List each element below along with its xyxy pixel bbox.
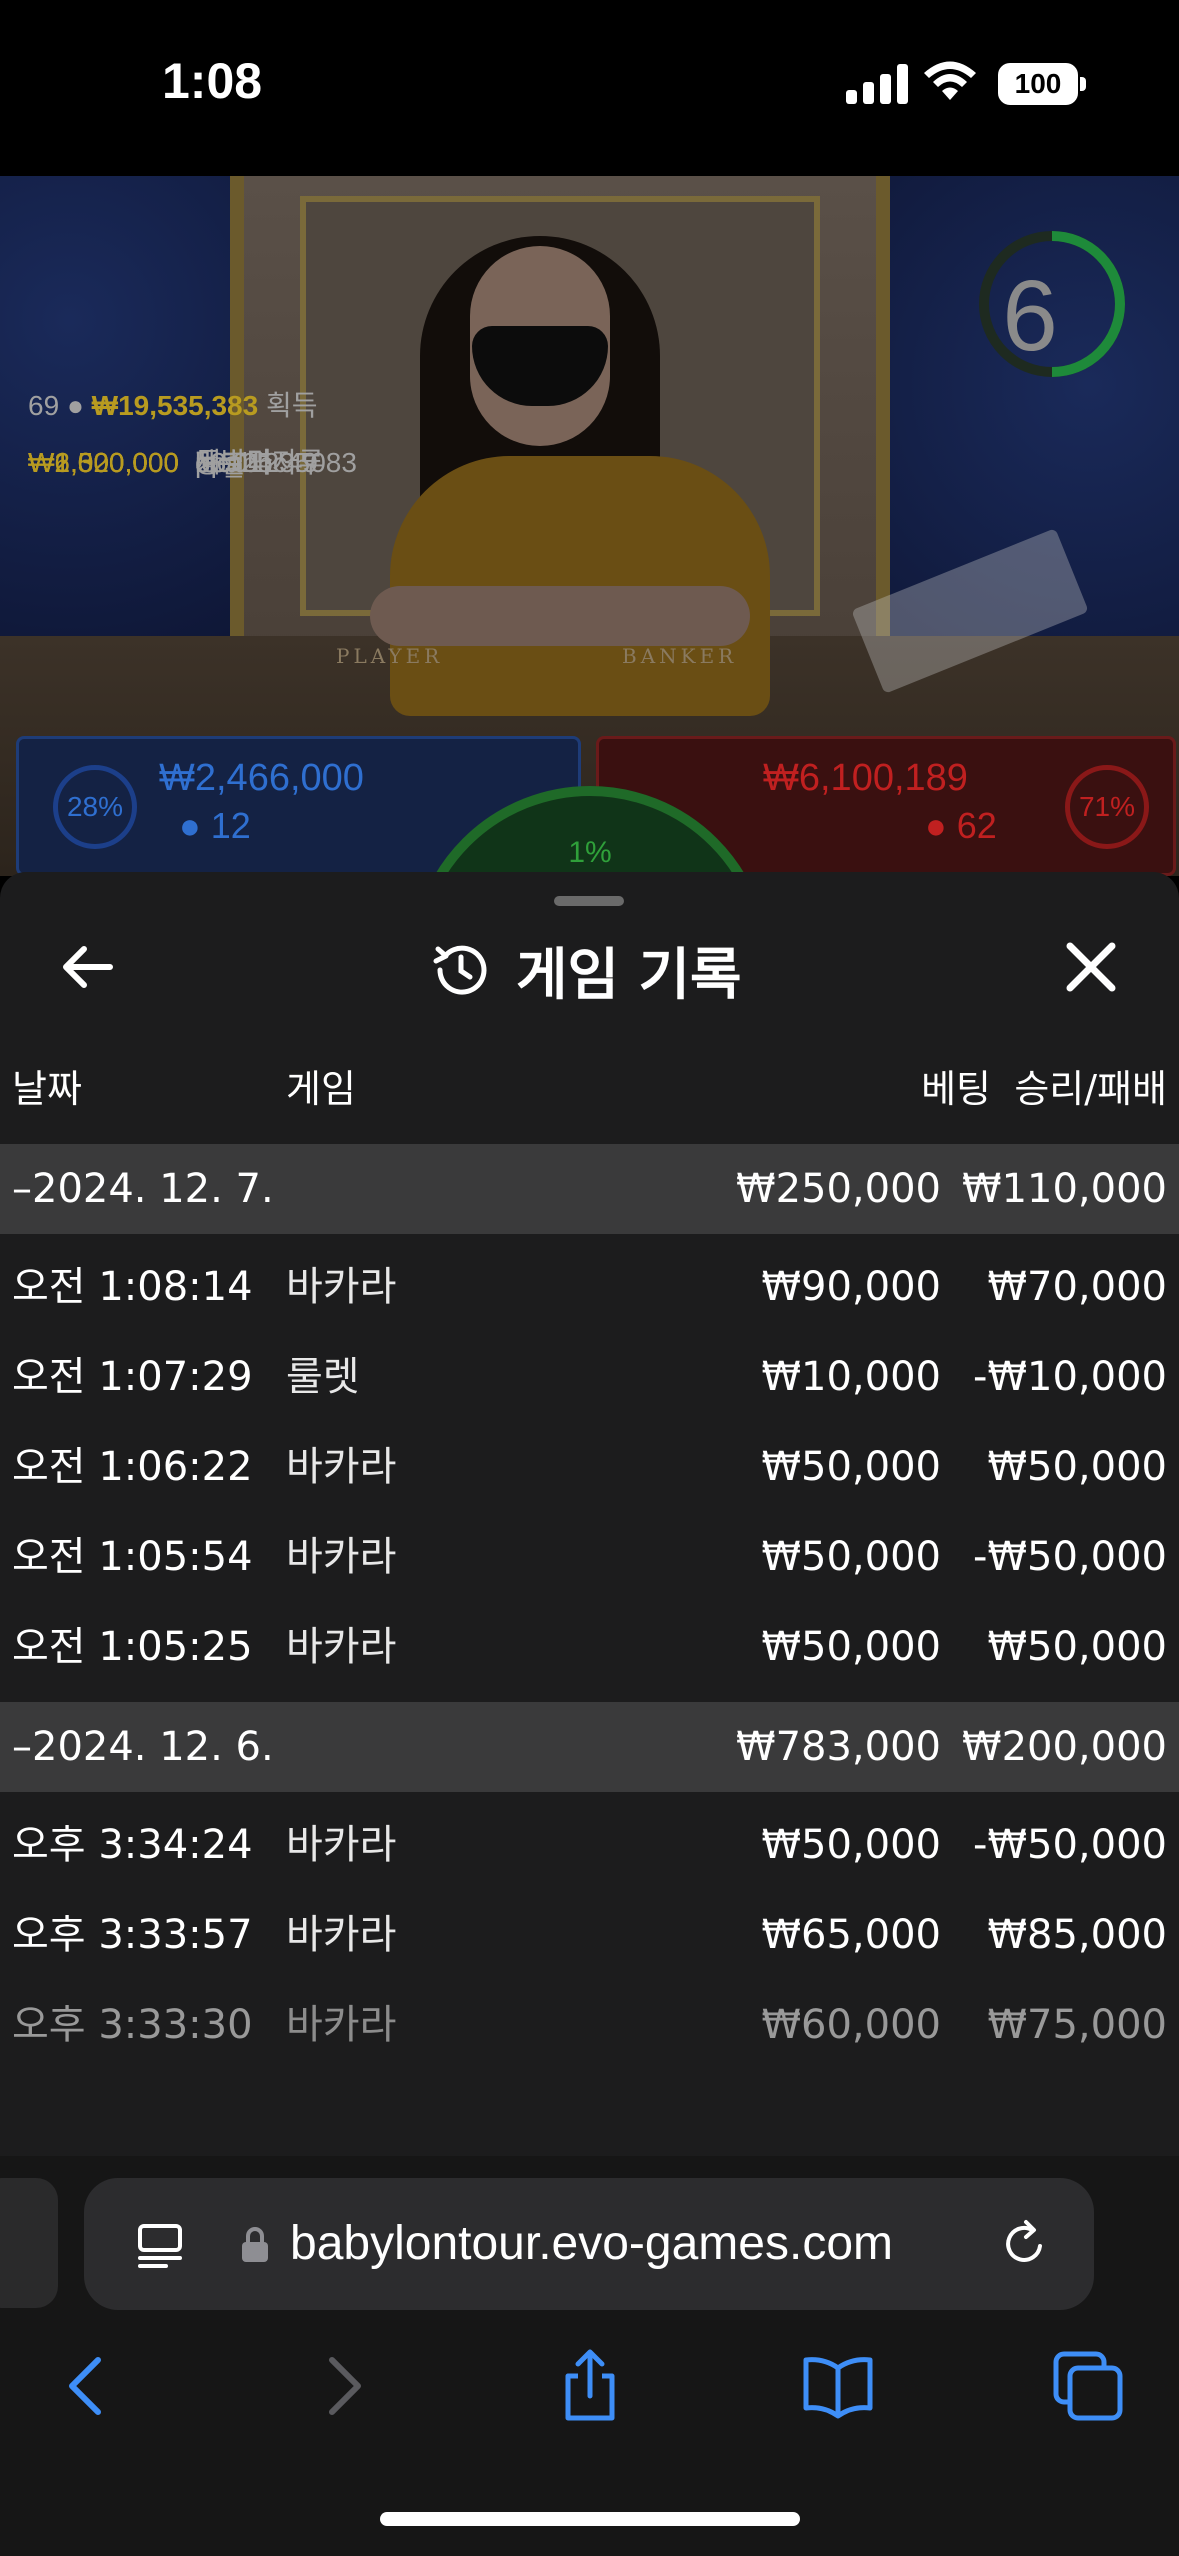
tabs-icon[interactable] — [1048, 2346, 1128, 2426]
table-label-banker: BANKER — [622, 644, 738, 668]
bookmarks-icon[interactable] — [798, 2346, 878, 2426]
date-group-header[interactable]: –2024. 12. 6. ₩783,000 ₩200,000 — [0, 1702, 1179, 1792]
back-arrow-icon[interactable] — [52, 932, 122, 1002]
battery-level: 100 — [1014, 68, 1062, 99]
history-icon — [433, 945, 487, 995]
table-row[interactable]: 오후 3:34:24 바카라 ₩50,000 -₩50,000 — [0, 1800, 1179, 1890]
header-bet: 베팅 — [921, 1067, 991, 1111]
winners-total: 69 ● ₩19,535,383 획득 — [28, 384, 318, 424]
table-row[interactable]: 오전 1:06:22 바카라 ₩50,000 ₩50,000 — [0, 1422, 1179, 1512]
winner-row: ₩1,000,000 동호다 — [28, 447, 273, 478]
table-row[interactable]: 오후 3:33:57 바카라 ₩65,000 ₩85,000 — [0, 1890, 1179, 1980]
reload-icon[interactable] — [996, 2216, 1052, 2272]
close-icon[interactable] — [1056, 932, 1126, 1002]
share-icon[interactable] — [550, 2346, 630, 2426]
banker-bettor-count: ● 62 — [925, 805, 997, 846]
browser-toolbar: babylontour.evo-games.com — [0, 2156, 1179, 2556]
table-row[interactable]: 오전 1:05:54 바카라 ₩50,000 -₩50,000 — [0, 1512, 1179, 1602]
dealer-arms — [370, 586, 750, 646]
table-label-player: PLAYER — [336, 644, 444, 668]
page-menu-icon[interactable] — [134, 2218, 188, 2272]
game-history-sheet: 게임 기록 날짜 게임 베팅 승리/패배 –2024. 12. 7. ₩250,… — [0, 872, 1179, 2156]
winners-count: 69 — [28, 390, 60, 421]
header-date: 날짜 — [12, 1067, 82, 1111]
live-video[interactable]: PLAYER BANKER 6 69 ● ₩19,535,383 획득 ₩6,0… — [0, 176, 1179, 876]
sheet-title: 게임 기록 — [430, 930, 742, 1010]
banker-bet-amount: ₩6,100,189 — [763, 757, 968, 799]
previous-tab-peek[interactable] — [0, 2178, 58, 2308]
player-bettor-count: ● 12 — [179, 805, 251, 846]
wifi-icon — [924, 61, 976, 100]
winners-list: 69 ● ₩19,535,383 획득 ₩6,000,000 ppa25 ₩2,3… — [28, 384, 357, 478]
back-icon[interactable] — [48, 2346, 128, 2426]
winners-suffix: 획득 — [266, 390, 318, 421]
table-row[interactable]: 오후 3:33:30 바카라 ₩60,000 ₩75,000 — [0, 1980, 1179, 2070]
banker-percentage: 71% — [1065, 765, 1149, 849]
table-header: 날짜 게임 베팅 승리/패배 — [0, 1058, 1179, 1138]
lock-icon — [242, 2227, 268, 2262]
table-row[interactable]: 오전 1:05:25 바카라 ₩50,000 ₩50,000 — [0, 1602, 1179, 1692]
sheet-grabber[interactable] — [554, 896, 624, 906]
battery-icon: 100 — [998, 63, 1086, 105]
header-game: 게임 — [286, 1067, 356, 1111]
table-row[interactable]: 오전 1:07:29 룰렛 ₩10,000 -₩10,000 — [0, 1332, 1179, 1422]
forward-icon[interactable] — [302, 2346, 382, 2426]
status-time: 1:08 — [162, 53, 263, 109]
player-bet-amount: ₩2,466,000 — [159, 757, 364, 799]
date-group-header[interactable]: –2024. 12. 7. ₩250,000 ₩110,000 — [0, 1144, 1179, 1234]
address-bar[interactable]: babylontour.evo-games.com — [84, 2178, 1094, 2310]
tie-percentage: 1% — [568, 836, 612, 869]
countdown-number: 6 — [1002, 260, 1058, 372]
header-winloss: 승리/패배 — [1014, 1067, 1167, 1111]
sheet-title-text: 게임 기록 — [516, 942, 742, 1008]
cellular-signal-icon — [846, 64, 908, 104]
player-percentage: 28% — [53, 765, 137, 849]
winners-total-amount: ₩19,535,383 — [91, 390, 259, 421]
url-text[interactable]: babylontour.evo-games.com — [290, 2178, 893, 2310]
person-icon: ● — [66, 390, 92, 421]
home-indicator[interactable] — [380, 2512, 800, 2526]
status-bar: 1:08 100 — [0, 0, 1179, 176]
table-row[interactable]: 오전 1:08:14 바카라 ₩90,000 ₩70,000 — [0, 1242, 1179, 1332]
